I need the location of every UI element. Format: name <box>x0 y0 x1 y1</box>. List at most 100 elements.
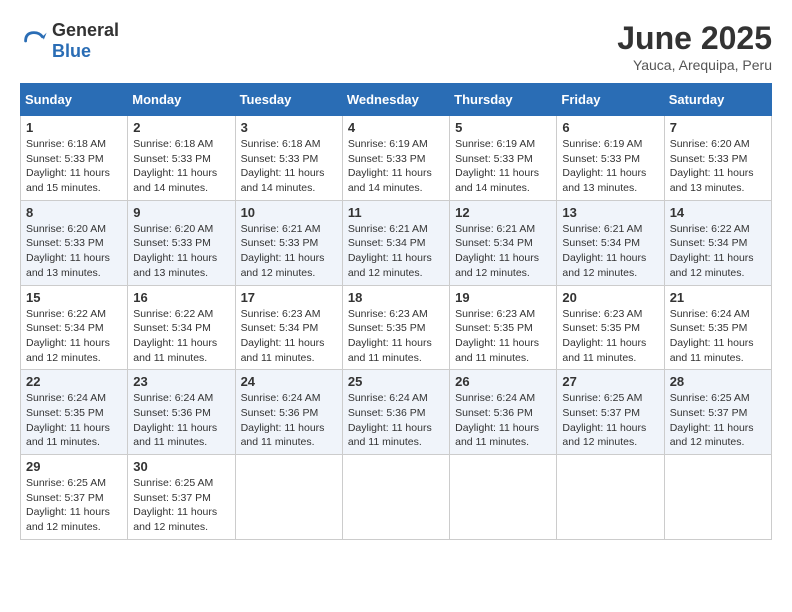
logo-blue-text: Blue <box>52 41 91 61</box>
day-info: Sunrise: 6:18 AM Sunset: 5:33 PM Dayligh… <box>26 137 122 196</box>
day-info: Sunrise: 6:18 AM Sunset: 5:33 PM Dayligh… <box>133 137 229 196</box>
week-row-2: 8 Sunrise: 6:20 AM Sunset: 5:33 PM Dayli… <box>21 200 772 285</box>
day-info: Sunrise: 6:24 AM Sunset: 5:36 PM Dayligh… <box>455 391 551 450</box>
header-saturday: Saturday <box>664 84 771 116</box>
day-info: Sunrise: 6:24 AM Sunset: 5:36 PM Dayligh… <box>241 391 337 450</box>
day-number: 20 <box>562 290 658 305</box>
header-sunday: Sunday <box>21 84 128 116</box>
calendar-cell <box>450 455 557 540</box>
header-monday: Monday <box>128 84 235 116</box>
calendar-cell <box>342 455 449 540</box>
day-number: 4 <box>348 120 444 135</box>
day-number: 29 <box>26 459 122 474</box>
day-info: Sunrise: 6:22 AM Sunset: 5:34 PM Dayligh… <box>670 222 766 281</box>
calendar-cell: 28 Sunrise: 6:25 AM Sunset: 5:37 PM Dayl… <box>664 370 771 455</box>
day-number: 18 <box>348 290 444 305</box>
day-info: Sunrise: 6:23 AM Sunset: 5:34 PM Dayligh… <box>241 307 337 366</box>
day-number: 17 <box>241 290 337 305</box>
calendar-table: Sunday Monday Tuesday Wednesday Thursday… <box>20 83 772 540</box>
calendar-cell: 14 Sunrise: 6:22 AM Sunset: 5:34 PM Dayl… <box>664 200 771 285</box>
day-number: 12 <box>455 205 551 220</box>
week-row-4: 22 Sunrise: 6:24 AM Sunset: 5:35 PM Dayl… <box>21 370 772 455</box>
day-info: Sunrise: 6:18 AM Sunset: 5:33 PM Dayligh… <box>241 137 337 196</box>
calendar-cell <box>664 455 771 540</box>
calendar-cell: 9 Sunrise: 6:20 AM Sunset: 5:33 PM Dayli… <box>128 200 235 285</box>
day-info: Sunrise: 6:19 AM Sunset: 5:33 PM Dayligh… <box>348 137 444 196</box>
day-number: 6 <box>562 120 658 135</box>
day-info: Sunrise: 6:21 AM Sunset: 5:33 PM Dayligh… <box>241 222 337 281</box>
day-info: Sunrise: 6:21 AM Sunset: 5:34 PM Dayligh… <box>348 222 444 281</box>
day-number: 13 <box>562 205 658 220</box>
calendar-cell: 13 Sunrise: 6:21 AM Sunset: 5:34 PM Dayl… <box>557 200 664 285</box>
day-number: 11 <box>348 205 444 220</box>
calendar-cell: 21 Sunrise: 6:24 AM Sunset: 5:35 PM Dayl… <box>664 285 771 370</box>
calendar-cell: 7 Sunrise: 6:20 AM Sunset: 5:33 PM Dayli… <box>664 116 771 201</box>
logo-general-text: General <box>52 20 119 40</box>
calendar-cell: 8 Sunrise: 6:20 AM Sunset: 5:33 PM Dayli… <box>21 200 128 285</box>
day-number: 23 <box>133 374 229 389</box>
calendar-cell: 12 Sunrise: 6:21 AM Sunset: 5:34 PM Dayl… <box>450 200 557 285</box>
logo-icon <box>20 27 48 55</box>
header-thursday: Thursday <box>450 84 557 116</box>
day-info: Sunrise: 6:23 AM Sunset: 5:35 PM Dayligh… <box>455 307 551 366</box>
day-number: 25 <box>348 374 444 389</box>
calendar-cell: 2 Sunrise: 6:18 AM Sunset: 5:33 PM Dayli… <box>128 116 235 201</box>
calendar-cell: 20 Sunrise: 6:23 AM Sunset: 5:35 PM Dayl… <box>557 285 664 370</box>
day-number: 8 <box>26 205 122 220</box>
week-row-5: 29 Sunrise: 6:25 AM Sunset: 5:37 PM Dayl… <box>21 455 772 540</box>
title-area: June 2025 Yauca, Arequipa, Peru <box>617 20 772 73</box>
day-number: 24 <box>241 374 337 389</box>
calendar-cell <box>235 455 342 540</box>
day-number: 16 <box>133 290 229 305</box>
header-friday: Friday <box>557 84 664 116</box>
day-number: 27 <box>562 374 658 389</box>
day-info: Sunrise: 6:25 AM Sunset: 5:37 PM Dayligh… <box>26 476 122 535</box>
calendar-cell: 6 Sunrise: 6:19 AM Sunset: 5:33 PM Dayli… <box>557 116 664 201</box>
day-info: Sunrise: 6:20 AM Sunset: 5:33 PM Dayligh… <box>670 137 766 196</box>
calendar-cell: 10 Sunrise: 6:21 AM Sunset: 5:33 PM Dayl… <box>235 200 342 285</box>
calendar-cell: 4 Sunrise: 6:19 AM Sunset: 5:33 PM Dayli… <box>342 116 449 201</box>
calendar-cell: 18 Sunrise: 6:23 AM Sunset: 5:35 PM Dayl… <box>342 285 449 370</box>
day-number: 15 <box>26 290 122 305</box>
calendar-cell: 1 Sunrise: 6:18 AM Sunset: 5:33 PM Dayli… <box>21 116 128 201</box>
calendar-cell: 26 Sunrise: 6:24 AM Sunset: 5:36 PM Dayl… <box>450 370 557 455</box>
day-number: 7 <box>670 120 766 135</box>
day-info: Sunrise: 6:24 AM Sunset: 5:36 PM Dayligh… <box>133 391 229 450</box>
day-number: 30 <box>133 459 229 474</box>
logo: General Blue <box>20 20 119 62</box>
day-number: 14 <box>670 205 766 220</box>
header-tuesday: Tuesday <box>235 84 342 116</box>
day-info: Sunrise: 6:25 AM Sunset: 5:37 PM Dayligh… <box>562 391 658 450</box>
header-wednesday: Wednesday <box>342 84 449 116</box>
day-info: Sunrise: 6:24 AM Sunset: 5:35 PM Dayligh… <box>670 307 766 366</box>
calendar-cell: 22 Sunrise: 6:24 AM Sunset: 5:35 PM Dayl… <box>21 370 128 455</box>
calendar-cell <box>557 455 664 540</box>
day-info: Sunrise: 6:19 AM Sunset: 5:33 PM Dayligh… <box>455 137 551 196</box>
calendar-cell: 30 Sunrise: 6:25 AM Sunset: 5:37 PM Dayl… <box>128 455 235 540</box>
day-info: Sunrise: 6:24 AM Sunset: 5:36 PM Dayligh… <box>348 391 444 450</box>
day-number: 1 <box>26 120 122 135</box>
day-info: Sunrise: 6:25 AM Sunset: 5:37 PM Dayligh… <box>670 391 766 450</box>
calendar-cell: 25 Sunrise: 6:24 AM Sunset: 5:36 PM Dayl… <box>342 370 449 455</box>
calendar-cell: 15 Sunrise: 6:22 AM Sunset: 5:34 PM Dayl… <box>21 285 128 370</box>
calendar-cell: 29 Sunrise: 6:25 AM Sunset: 5:37 PM Dayl… <box>21 455 128 540</box>
day-number: 26 <box>455 374 551 389</box>
calendar-cell: 27 Sunrise: 6:25 AM Sunset: 5:37 PM Dayl… <box>557 370 664 455</box>
calendar-cell: 5 Sunrise: 6:19 AM Sunset: 5:33 PM Dayli… <box>450 116 557 201</box>
calendar-cell: 24 Sunrise: 6:24 AM Sunset: 5:36 PM Dayl… <box>235 370 342 455</box>
calendar-cell: 19 Sunrise: 6:23 AM Sunset: 5:35 PM Dayl… <box>450 285 557 370</box>
day-info: Sunrise: 6:20 AM Sunset: 5:33 PM Dayligh… <box>133 222 229 281</box>
day-info: Sunrise: 6:25 AM Sunset: 5:37 PM Dayligh… <box>133 476 229 535</box>
day-number: 10 <box>241 205 337 220</box>
week-row-3: 15 Sunrise: 6:22 AM Sunset: 5:34 PM Dayl… <box>21 285 772 370</box>
day-info: Sunrise: 6:22 AM Sunset: 5:34 PM Dayligh… <box>133 307 229 366</box>
month-title: June 2025 <box>617 20 772 57</box>
day-info: Sunrise: 6:24 AM Sunset: 5:35 PM Dayligh… <box>26 391 122 450</box>
calendar-cell: 23 Sunrise: 6:24 AM Sunset: 5:36 PM Dayl… <box>128 370 235 455</box>
day-number: 5 <box>455 120 551 135</box>
day-number: 19 <box>455 290 551 305</box>
day-info: Sunrise: 6:23 AM Sunset: 5:35 PM Dayligh… <box>562 307 658 366</box>
header: General Blue June 2025 Yauca, Arequipa, … <box>20 20 772 73</box>
day-info: Sunrise: 6:23 AM Sunset: 5:35 PM Dayligh… <box>348 307 444 366</box>
day-info: Sunrise: 6:19 AM Sunset: 5:33 PM Dayligh… <box>562 137 658 196</box>
